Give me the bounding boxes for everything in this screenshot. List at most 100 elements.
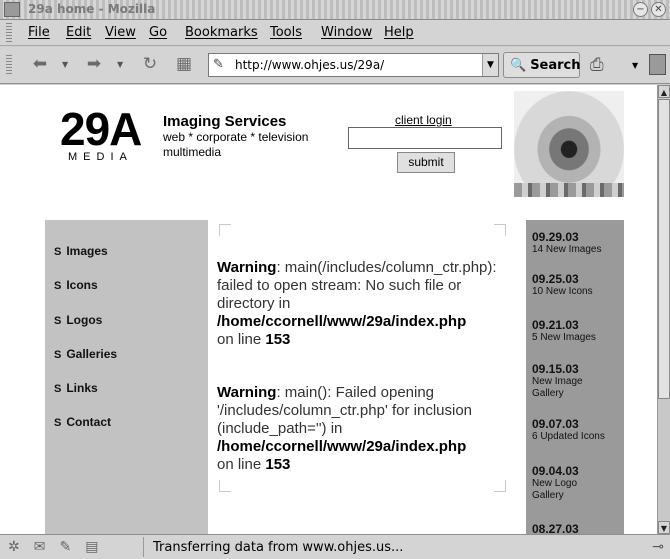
close-button[interactable]: ✕ [651,2,666,17]
warning-path: /home/ccornell/www/29a/index.php [217,313,467,330]
navigator-icon[interactable]: ✲ [8,539,20,555]
news-item[interactable]: 09.15.03 New Image Gallery [532,362,602,400]
news-date: 09.04.03 [532,464,579,478]
page-icon: ✎ [213,57,224,72]
search-button[interactable]: 🔍 Search [503,52,581,78]
news-column: 09.29.03 14 New Images 09.25.03 10 New Ico… [526,220,624,534]
nav-item-contact[interactable]: S Contact [54,415,111,429]
toolbar-grip-icon[interactable] [6,55,12,75]
frame-corner [219,224,231,236]
reload-icon[interactable]: ↻ [138,53,162,75]
back-dropdown-icon[interactable]: ▼ [62,60,68,69]
nav-bullet: S [54,417,62,429]
scroll-down-icon[interactable]: ▼ [658,521,670,534]
status-bar: ✲ ✉ ✎ ▤ Transferring data from www.ohjes… [0,534,670,559]
url-dropdown-icon[interactable]: ▼ [482,54,498,76]
vertical-scrollbar[interactable]: ▲ ▼ [657,85,670,534]
news-item[interactable]: 09.04.03 New Logo Gallery [532,464,592,502]
forward-dropdown-icon[interactable]: ▼ [117,60,123,69]
news-date: 09.21.03 [532,318,579,332]
nav-label: Images [66,244,108,258]
frame-corner [494,480,506,492]
site-logo[interactable]: 29A MEDIA [60,103,142,163]
status-text: Transferring data from www.ohjes.us... [153,540,404,555]
composer-icon[interactable]: ✎ [59,539,71,555]
forward-arrow-icon[interactable]: ➡ [82,53,106,75]
nav-bullet: S [54,246,62,258]
nav-item-logos[interactable]: S Logos [54,313,102,327]
login-input[interactable] [348,127,502,149]
frame-corner [219,480,231,492]
news-date: 09.29.03 [532,230,579,244]
window-title: 29a home - Mozilla [28,2,156,16]
mail-icon[interactable]: ✉ [34,539,46,555]
left-nav: S Images S Icons S Logos S Galleries S Links … [45,220,208,534]
menu-bookmarks[interactable]: Bookmarks [185,25,258,40]
title-bar: 29a home - Mozilla − ✕ [0,0,670,20]
nav-label: Galleries [66,347,118,361]
warning-line: 153 [265,331,291,348]
news-item[interactable]: 09.25.03 10 New Icons [532,272,593,298]
menu-window[interactable]: Window [321,25,372,40]
url-text[interactable]: http://www.ohjes.us/29a/ [235,58,384,72]
address-book-icon[interactable]: ▤ [85,539,98,555]
services-heading: Imaging Services [163,113,287,130]
nav-item-icons[interactable]: S Icons [54,278,98,292]
back-arrow-icon[interactable]: ⬅ [28,53,52,75]
news-desc: 14 New Images [532,244,602,255]
news-item[interactable]: 09.29.03 14 New Images [532,230,601,256]
logo-text: 29A [60,103,142,155]
menu-bar: File Edit View Go Bookmarks Tools Window… [0,20,670,46]
news-desc: 10 New Icons [532,286,593,297]
url-bar[interactable]: ✎ http://www.ohjes.us/29a/ [208,53,499,77]
nav-item-galleries[interactable]: S Galleries [54,347,117,361]
news-item[interactable]: 09.07.03 6 Updated Icons [532,417,605,443]
nav-item-links[interactable]: S Links [54,381,98,395]
warning-on-line: on line [217,456,262,473]
menu-tools[interactable]: Tools [270,25,302,40]
submit-button[interactable]: submit [397,152,455,173]
status-separator [143,537,144,557]
eye-image-strip [514,183,624,197]
stop-icon[interactable]: ▦ [172,53,196,75]
warning-label: Warning [217,259,277,276]
nav-bullet: S [54,383,62,395]
warning-on-line: on line [217,331,262,348]
window-menu-icon[interactable] [4,2,20,17]
nav-label: Links [66,381,98,395]
eye-image [514,91,624,197]
news-date: 09.15.03 [532,362,579,376]
sidebar-toggle-icon[interactable] [649,54,666,75]
menu-help[interactable]: Help [384,25,414,40]
services-line: multimedia [163,145,222,159]
services-line: web * corporate * television [163,130,309,144]
news-item[interactable]: 08.27.03 [532,522,579,534]
page-content: 29A MEDIA Imaging Services web * corpora… [0,85,657,534]
nav-item-images[interactable]: S Images [54,244,108,258]
news-desc: 5 New Images [532,332,596,343]
toolbar-grip-icon[interactable] [6,23,12,43]
warning-line: 153 [265,456,291,473]
main-content: Warning: main(/includes/column_ctr.php):… [209,220,524,534]
news-date: 09.07.03 [532,417,579,431]
php-warning: Warning: main(): Failed opening '/includ… [217,384,507,474]
news-date: 09.25.03 [532,272,579,286]
minimize-button[interactable]: − [633,2,648,17]
nav-label: Icons [66,278,98,292]
nav-bullet: S [54,349,62,361]
news-desc: New Image Gallery [532,376,583,399]
print-dropdown-icon[interactable]: ▼ [632,61,638,70]
online-status-icon[interactable]: ⊸ [652,539,664,555]
client-login-link[interactable]: client login [395,113,452,127]
menu-go[interactable]: Go [149,25,167,40]
printer-icon[interactable]: ⎙ [590,55,604,75]
search-label: Search [530,57,581,73]
scroll-up-icon[interactable]: ▲ [658,85,670,98]
news-item[interactable]: 09.21.03 5 New Images [532,318,596,344]
scroll-thumb[interactable] [658,99,670,399]
menu-file[interactable]: File [28,25,50,40]
search-icon: 🔍 [510,57,527,73]
menu-view[interactable]: View [105,25,136,40]
nav-bullet: S [54,280,62,292]
menu-edit[interactable]: Edit [66,25,91,40]
